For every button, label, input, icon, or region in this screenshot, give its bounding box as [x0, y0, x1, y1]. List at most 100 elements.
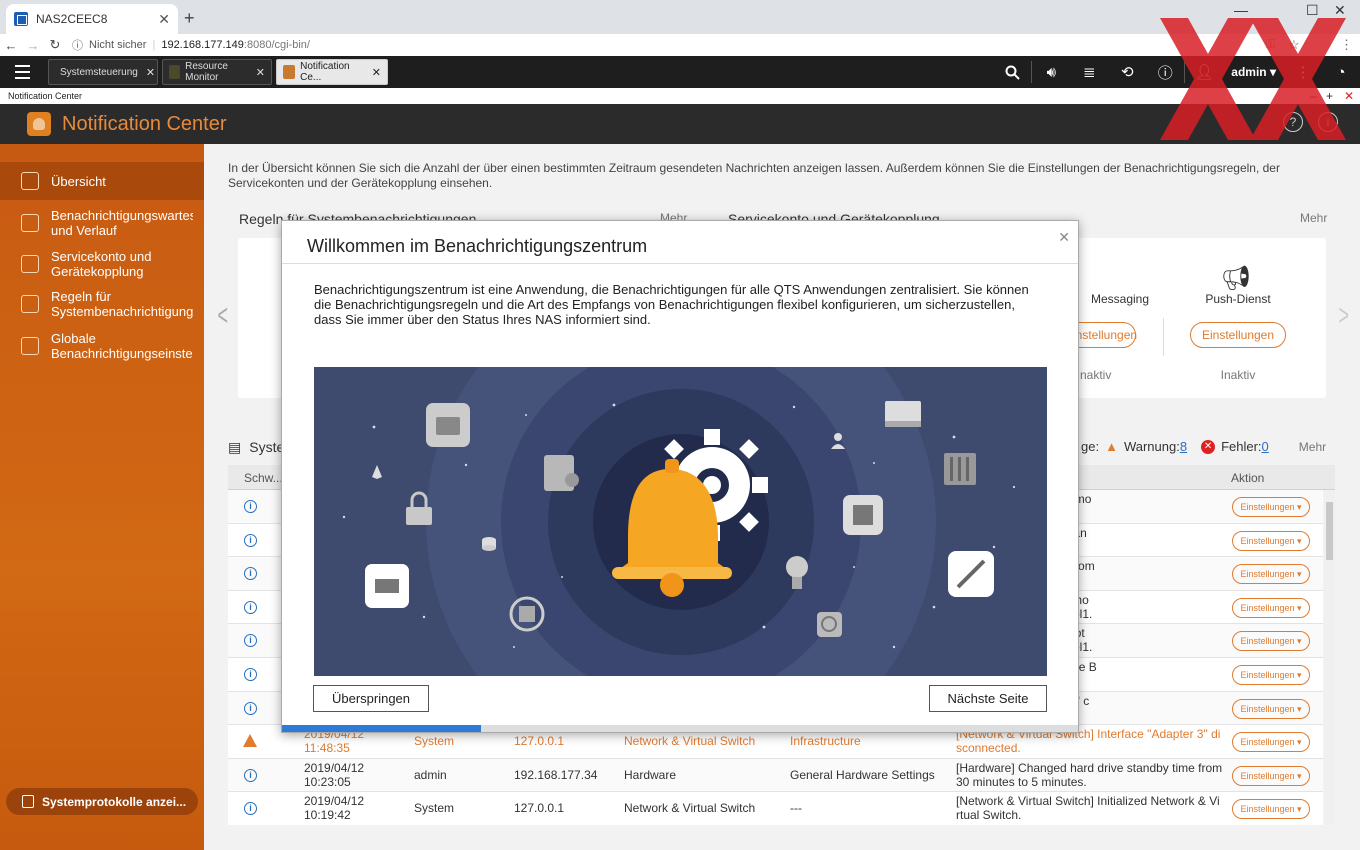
- minimize-icon[interactable]: —: [1234, 2, 1248, 18]
- row-settings-button[interactable]: Einstellungen ▾: [1232, 732, 1310, 753]
- browser-tab[interactable]: NAS2CEEC8 ✕: [6, 4, 178, 34]
- close-icon[interactable]: ✕: [1058, 229, 1070, 246]
- log-time: 10:23:05: [304, 774, 351, 789]
- col-action: Aktion: [1231, 471, 1265, 485]
- warning-count[interactable]: 8: [1180, 439, 1187, 454]
- row-settings-button[interactable]: Einstellungen ▾: [1232, 799, 1310, 820]
- sidebar-item-label: Servicekonto und: [51, 249, 152, 264]
- url-field[interactable]: ⓘ Nicht sicher | 192.168.177.149:8080/cg…: [72, 37, 310, 53]
- back-icon[interactable]: ←: [0, 38, 22, 53]
- sidebar-item-rules[interactable]: Regeln für Systembenachrichtigungen: [0, 287, 204, 321]
- sidebar-item-global-settings[interactable]: GlobaleBenachrichtigungseinstellungen: [0, 329, 204, 363]
- log-icon: ▤: [228, 439, 242, 455]
- forward-icon[interactable]: →: [22, 38, 44, 53]
- row-settings-button[interactable]: Einstellungen ▾: [1232, 631, 1310, 652]
- url-host: 192.168.177.149: [161, 39, 244, 51]
- info-icon: ⓘ: [72, 40, 83, 52]
- app-header: Notification Center: [0, 104, 1360, 144]
- row-settings-button[interactable]: Einstellungen ▾: [1232, 530, 1310, 551]
- log-user: System: [414, 801, 455, 816]
- log-summary-prefix: ge:: [1081, 439, 1100, 454]
- row-settings-button[interactable]: Einstellungen ▾: [1232, 597, 1310, 618]
- maximize-icon[interactable]: ☐: [1306, 2, 1319, 19]
- log-date: 2019/04/12: [304, 760, 365, 775]
- row-settings-button[interactable]: Einstellungen ▾: [1232, 564, 1310, 585]
- info-icon: i: [244, 634, 257, 648]
- drive-icon: [885, 401, 921, 427]
- skip-button[interactable]: Überspringen: [313, 685, 429, 712]
- log-time: 10:19:42: [304, 808, 351, 823]
- search-icon[interactable]: [993, 56, 1031, 88]
- table-row[interactable]: i 10:19:42 2019/04/12 System 127.0.0.1 Networ…: [228, 792, 1323, 825]
- show-system-logs-button[interactable]: Systemprotokolle anzei...: [6, 788, 198, 815]
- close-icon[interactable]: ✕: [146, 66, 155, 79]
- folder-icon: [426, 403, 470, 447]
- sidebar-item-queue[interactable]: Benachrichtigungswarteschlangeund Verlau…: [0, 206, 204, 240]
- log-more-link[interactable]: Mehr: [1299, 440, 1326, 454]
- close-tab-icon[interactable]: ✕: [158, 11, 170, 28]
- messaging-status: Inaktiv: [1076, 368, 1112, 382]
- info-icon: i: [244, 668, 257, 681]
- close-icon[interactable]: ✕: [256, 66, 265, 79]
- app-title: Notification Center: [62, 112, 227, 135]
- log-application: Hardware: [624, 767, 677, 782]
- row-settings-button[interactable]: Einstellungen ▾: [1232, 497, 1310, 517]
- tasks-icon[interactable]: ≣: [1070, 56, 1108, 88]
- reload-icon[interactable]: ↻: [44, 37, 66, 53]
- close-icon[interactable]: ✕: [372, 66, 381, 79]
- row-settings-button[interactable]: Einstellungen ▾: [1232, 765, 1310, 786]
- url-path: :8080/cgi-bin/: [243, 39, 310, 51]
- log-date: 2019/04/12: [304, 794, 365, 809]
- dialog-title: Willkommen im Benachrichtigungszentrum: [307, 236, 648, 256]
- sidebar-item-label-2: Gerätekopplung: [51, 264, 144, 279]
- close-window-icon[interactable]: ✕: [1334, 2, 1346, 19]
- sidebar-item-label-2: Benachrichtigungseinstellungen: [51, 346, 193, 361]
- window-title: Notification Center: [8, 91, 83, 101]
- table-scrollbar[interactable]: [1324, 490, 1335, 825]
- tab-notification-center[interactable]: Notification Ce... ✕: [276, 59, 388, 85]
- rules-icon: [21, 295, 39, 313]
- row-settings-button[interactable]: Einstellungen ▾: [1232, 665, 1310, 685]
- log-category: Infrastructure: [790, 734, 861, 749]
- log-ip: 127.0.0.1: [514, 734, 565, 749]
- log-category: ---: [790, 801, 802, 816]
- main-menu-icon[interactable]: [0, 56, 44, 88]
- table-row[interactable]: i 10:23:05 2019/04/12 admin 192.168.177.34 Ha…: [228, 758, 1323, 793]
- log-category: General Hardware Settings: [790, 767, 935, 782]
- sidebar-item-label: Übersicht: [51, 173, 106, 189]
- log-message-line2: sconnected.: [956, 741, 1021, 756]
- checklist-icon: [544, 455, 579, 491]
- info-icon: i: [244, 567, 257, 581]
- log-time: 11:48:35: [304, 741, 350, 756]
- megaphone-icon: 📢︎: [1220, 265, 1252, 292]
- xx-watermark-logo: [1160, 18, 1360, 140]
- log-summary: ge: ▲ Warnung: 8 ✕ Fehler: 0 Mehr: [1081, 439, 1326, 454]
- history-icon: [817, 612, 842, 637]
- window-title-bar: Notification Center – + ✕: [0, 88, 1360, 104]
- overview-intro: In der Übersicht können Sie sich die Anz…: [228, 161, 1280, 190]
- tab-systemsteuerung[interactable]: Systemsteuerung ✕: [48, 59, 158, 85]
- warning-icon: [243, 734, 257, 748]
- sidebar-item-overview[interactable]: Übersicht: [0, 162, 204, 200]
- next-page-button[interactable]: Nächste Seite: [929, 685, 1047, 712]
- sidebar: Übersicht Benachrichtigungswarteschlange…: [0, 144, 204, 850]
- carousel-prev-icon[interactable]: <: [218, 299, 229, 333]
- service-more-link[interactable]: Mehr: [1300, 211, 1327, 225]
- welcome-dialog: Willkommen im Benachrichtigungszentrum ✕…: [281, 220, 1079, 733]
- log-icon: [22, 795, 34, 808]
- warning-icon: ▲: [1105, 439, 1118, 454]
- push-settings-button[interactable]: Einstellungen: [1190, 322, 1286, 348]
- row-settings-button[interactable]: Einstellungen ▾: [1232, 698, 1310, 719]
- sidebar-item-service-account[interactable]: Servicekonto und Gerätekopplung: [0, 247, 204, 281]
- error-label: Fehler:: [1221, 439, 1262, 454]
- error-count[interactable]: 0: [1262, 439, 1269, 454]
- col-severity[interactable]: Schw...: [244, 471, 283, 485]
- log-user: System: [414, 734, 455, 749]
- log-ip: 127.0.0.1: [514, 801, 565, 816]
- tab-resource-monitor[interactable]: Resource Monitor ✕: [162, 59, 272, 85]
- new-tab-icon[interactable]: +: [184, 8, 195, 29]
- carousel-next-icon[interactable]: >: [1339, 299, 1350, 333]
- sync-icon[interactable]: ⟲: [1108, 56, 1146, 88]
- sidebar-item-label: Benachrichtigungswarteschlange: [51, 208, 193, 223]
- speaker-icon[interactable]: 🔊︎: [1032, 56, 1070, 88]
